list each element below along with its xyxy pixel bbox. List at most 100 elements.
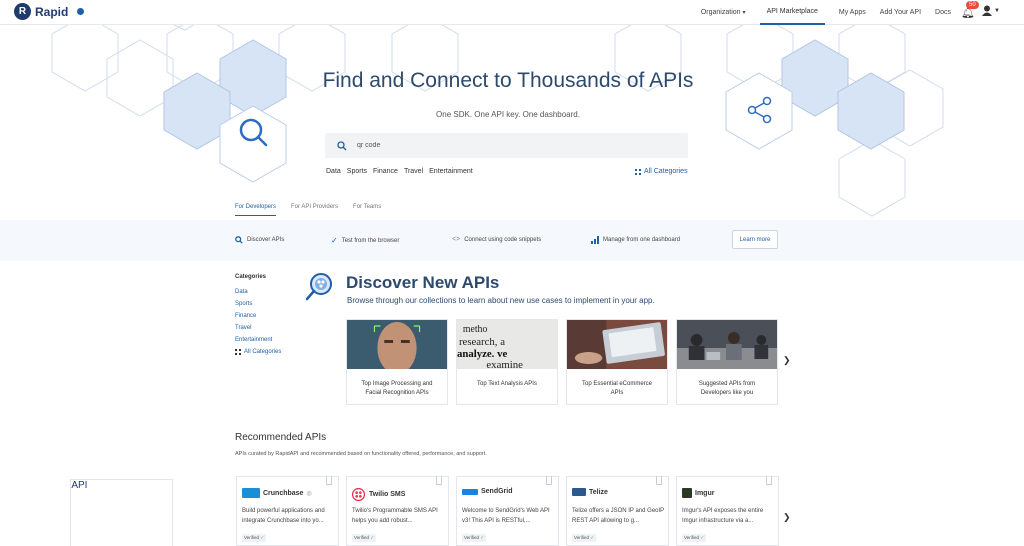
crunchbase-logo-icon (242, 488, 260, 498)
ecommerce-image (567, 320, 667, 369)
avatar[interactable] (982, 5, 992, 16)
collection-card[interactable]: Top Image Processing and Facial Recognit… (346, 319, 448, 405)
grid-icon (635, 168, 641, 175)
feature-code: <> Connect using code snippets (452, 236, 542, 243)
sidebar-item-sports[interactable]: Sports (235, 301, 281, 307)
info-icon: ◎ (306, 490, 312, 497)
check-icon: ✓ (700, 535, 705, 540)
nav-my-apps[interactable]: My Apps (839, 0, 866, 25)
verified-badge: Verified ✓ (682, 534, 707, 542)
api-card[interactable]: Crunchbase ◎ Build powerful applications… (236, 476, 339, 546)
rapidapi-logo[interactable]: R Rapid API (14, 3, 174, 546)
developers-image (677, 320, 777, 369)
notification-badge: 50 (966, 1, 979, 9)
bookmark-icon[interactable] (766, 476, 772, 485)
audience-tabs: For Developers For API Providers For Tea… (235, 204, 396, 216)
check-icon: ✓ (480, 535, 485, 540)
bookmark-icon[interactable] (656, 476, 662, 485)
nav-api-marketplace[interactable]: API Marketplace (759, 0, 825, 25)
discover-subtitle: Browse through our collections to learn … (347, 296, 655, 305)
search-input[interactable] (357, 142, 657, 149)
api-description: Telize offers a JSON IP and GeoIP REST A… (572, 508, 665, 524)
search-bar[interactable] (325, 133, 688, 158)
hexagon-background (51, 25, 944, 217)
check-icon: ✓ (590, 535, 595, 540)
bookmark-icon[interactable] (546, 476, 552, 485)
api-name: Imgur (695, 489, 715, 497)
quick-category-finance[interactable]: Finance (373, 168, 398, 175)
top-navbar: R Rapid API Organization ▾ API Marketplace… (0, 0, 1024, 546)
nav-organization[interactable]: Organization ▾ (701, 0, 746, 25)
recommended-title: Recommended APIs (235, 432, 327, 443)
feature-test: ✓ Test from the browser (331, 236, 400, 245)
chevron-down-icon[interactable]: ▼ (994, 8, 1000, 14)
api-card[interactable]: Telize Telize offers a JSON IP and GeoIP… (566, 476, 669, 546)
bookmark-icon[interactable] (436, 476, 442, 485)
nav-docs[interactable]: Docs (935, 0, 951, 25)
tab-for-developers[interactable]: For Developers (235, 204, 277, 216)
api-description: Imgur's API exposes the entire Imgur inf… (682, 508, 764, 524)
api-name: Crunchbase (263, 489, 304, 497)
grid-icon (235, 349, 241, 355)
tab-for-teams[interactable]: For Teams (353, 204, 381, 216)
sidebar-item-data[interactable]: Data (235, 289, 281, 295)
code-icon: <> (452, 236, 461, 243)
verified-badge: Verified ✓ (462, 534, 487, 542)
all-categories-link[interactable]: All Categories (635, 168, 688, 175)
collection-title: Top Image Processing and Facial Recognit… (361, 381, 433, 396)
collection-card[interactable]: metho research, a analyze. ve examine To… (456, 319, 558, 405)
api-name: Telize (589, 488, 608, 496)
verified-badge: Verified ✓ (242, 534, 267, 542)
api-description: Welcome to SendGrid's Web API v3! This A… (462, 508, 550, 524)
sidebar-item-entertainment[interactable]: Entertainment (235, 337, 281, 343)
quick-category-travel[interactable]: Travel (404, 168, 423, 175)
check-icon: ✓ (260, 535, 265, 540)
twilio-logo-icon (352, 488, 365, 501)
collection-title: Top Text Analysis APIs (477, 381, 537, 387)
hero-section: Find and Connect to Thousands of APIs On… (0, 25, 1024, 220)
pin-icon[interactable] (77, 8, 85, 15)
features-bar: Discover APIs ✓ Test from the browser <>… (0, 220, 1024, 261)
hero-title: Find and Connect to Thousands of APIs (322, 69, 694, 92)
quick-category-sports[interactable]: Sports (347, 168, 367, 175)
learn-more-button[interactable]: Learn more (732, 230, 778, 249)
api-name: SendGrid (481, 488, 513, 495)
telize-logo-icon (572, 488, 586, 496)
svg-text:examine: examine (486, 359, 523, 369)
collection-title: Top Essential eCommerce APIs (581, 381, 653, 396)
magnifier-badge-icon (305, 273, 332, 301)
feature-manage: Manage from one dashboard (591, 236, 680, 244)
quick-category-data[interactable]: Data (326, 168, 341, 175)
svg-text:metho: metho (463, 324, 488, 335)
categories-heading: Categories (235, 274, 267, 280)
imgur-logo-icon (682, 488, 692, 498)
sidebar-item-all-categories[interactable]: All Categories (235, 349, 281, 355)
api-card[interactable]: Imgur Imgur's API exposes the entire Img… (676, 476, 779, 546)
sidebar-item-travel[interactable]: Travel (235, 325, 281, 331)
api-description: Build powerful applications and integrat… (242, 508, 325, 524)
api-card[interactable]: SendGrid Welcome to SendGrid's Web API v… (456, 476, 559, 546)
logo-api-text: API (70, 479, 174, 546)
api-description: Twilio's Programmable SMS API helps you … (352, 508, 438, 524)
discover-title: Discover New APIs (346, 273, 500, 292)
feature-discover: Discover APIs (235, 236, 284, 244)
recommended-subtitle: APIs curated by RapidAPI and recommended… (235, 451, 487, 457)
categories-sidebar: Categories Data Sports Finance Travel En… (235, 274, 281, 361)
check-icon: ✓ (370, 535, 375, 540)
sidebar-item-finance[interactable]: Finance (235, 313, 281, 319)
collection-card[interactable]: Top Essential eCommerce APIs (566, 319, 668, 405)
tab-for-api-providers[interactable]: For API Providers (291, 204, 338, 216)
quick-category-entertainment[interactable]: Entertainment (429, 168, 473, 175)
chevron-down-icon: ▾ (742, 10, 746, 16)
logo-mark-icon: R (14, 3, 31, 20)
chevron-right-icon[interactable]: ❯ (783, 512, 791, 523)
nav-add-your-api[interactable]: Add Your API (880, 0, 921, 25)
bookmark-icon[interactable] (326, 476, 332, 485)
face-recognition-image (347, 320, 447, 374)
verified-badge: Verified ✓ (572, 534, 597, 542)
quick-categories: Data Sports Finance Travel Entertainment (326, 168, 479, 175)
chevron-right-icon[interactable]: ❯ (783, 355, 791, 366)
collection-card[interactable]: Suggested APIs from Developers like you (676, 319, 778, 405)
search-icon (337, 140, 347, 150)
api-card[interactable]: Twilio SMS Twilio's Programmable SMS API… (346, 476, 449, 546)
